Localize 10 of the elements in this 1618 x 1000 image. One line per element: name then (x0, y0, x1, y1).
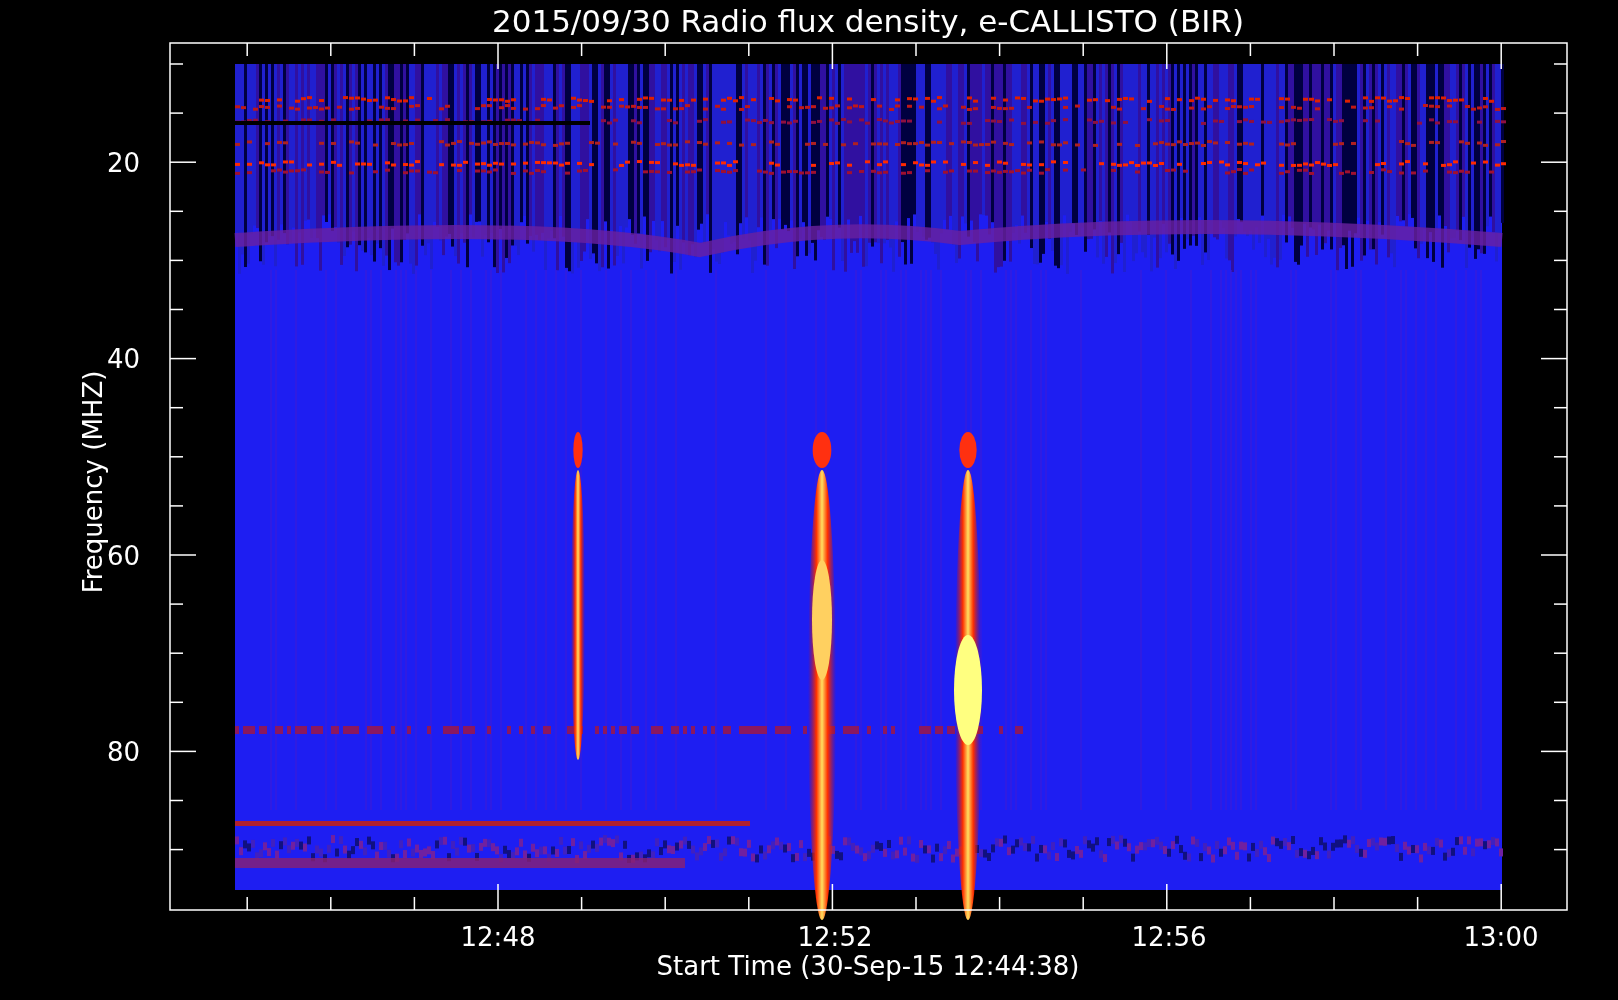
x-axis-label: Start Time (30-Sep-15 12:44:38) (656, 951, 1080, 981)
chart-title: 2015/09/30 Radio flux density, e-CALLISTO (BIR) (492, 3, 1244, 39)
y-axis-label: Frequency (MHZ) (78, 370, 108, 594)
y-tick-label: 20 (106, 148, 140, 178)
y-tick-label: 40 (106, 344, 140, 374)
x-tick-label: 12:56 (1131, 922, 1207, 952)
y-tick-label: 80 (106, 737, 140, 767)
x-tick-label: 13:00 (1463, 922, 1539, 952)
x-tick-label: 12:52 (797, 922, 873, 952)
x-tick-label: 12:48 (460, 922, 536, 952)
